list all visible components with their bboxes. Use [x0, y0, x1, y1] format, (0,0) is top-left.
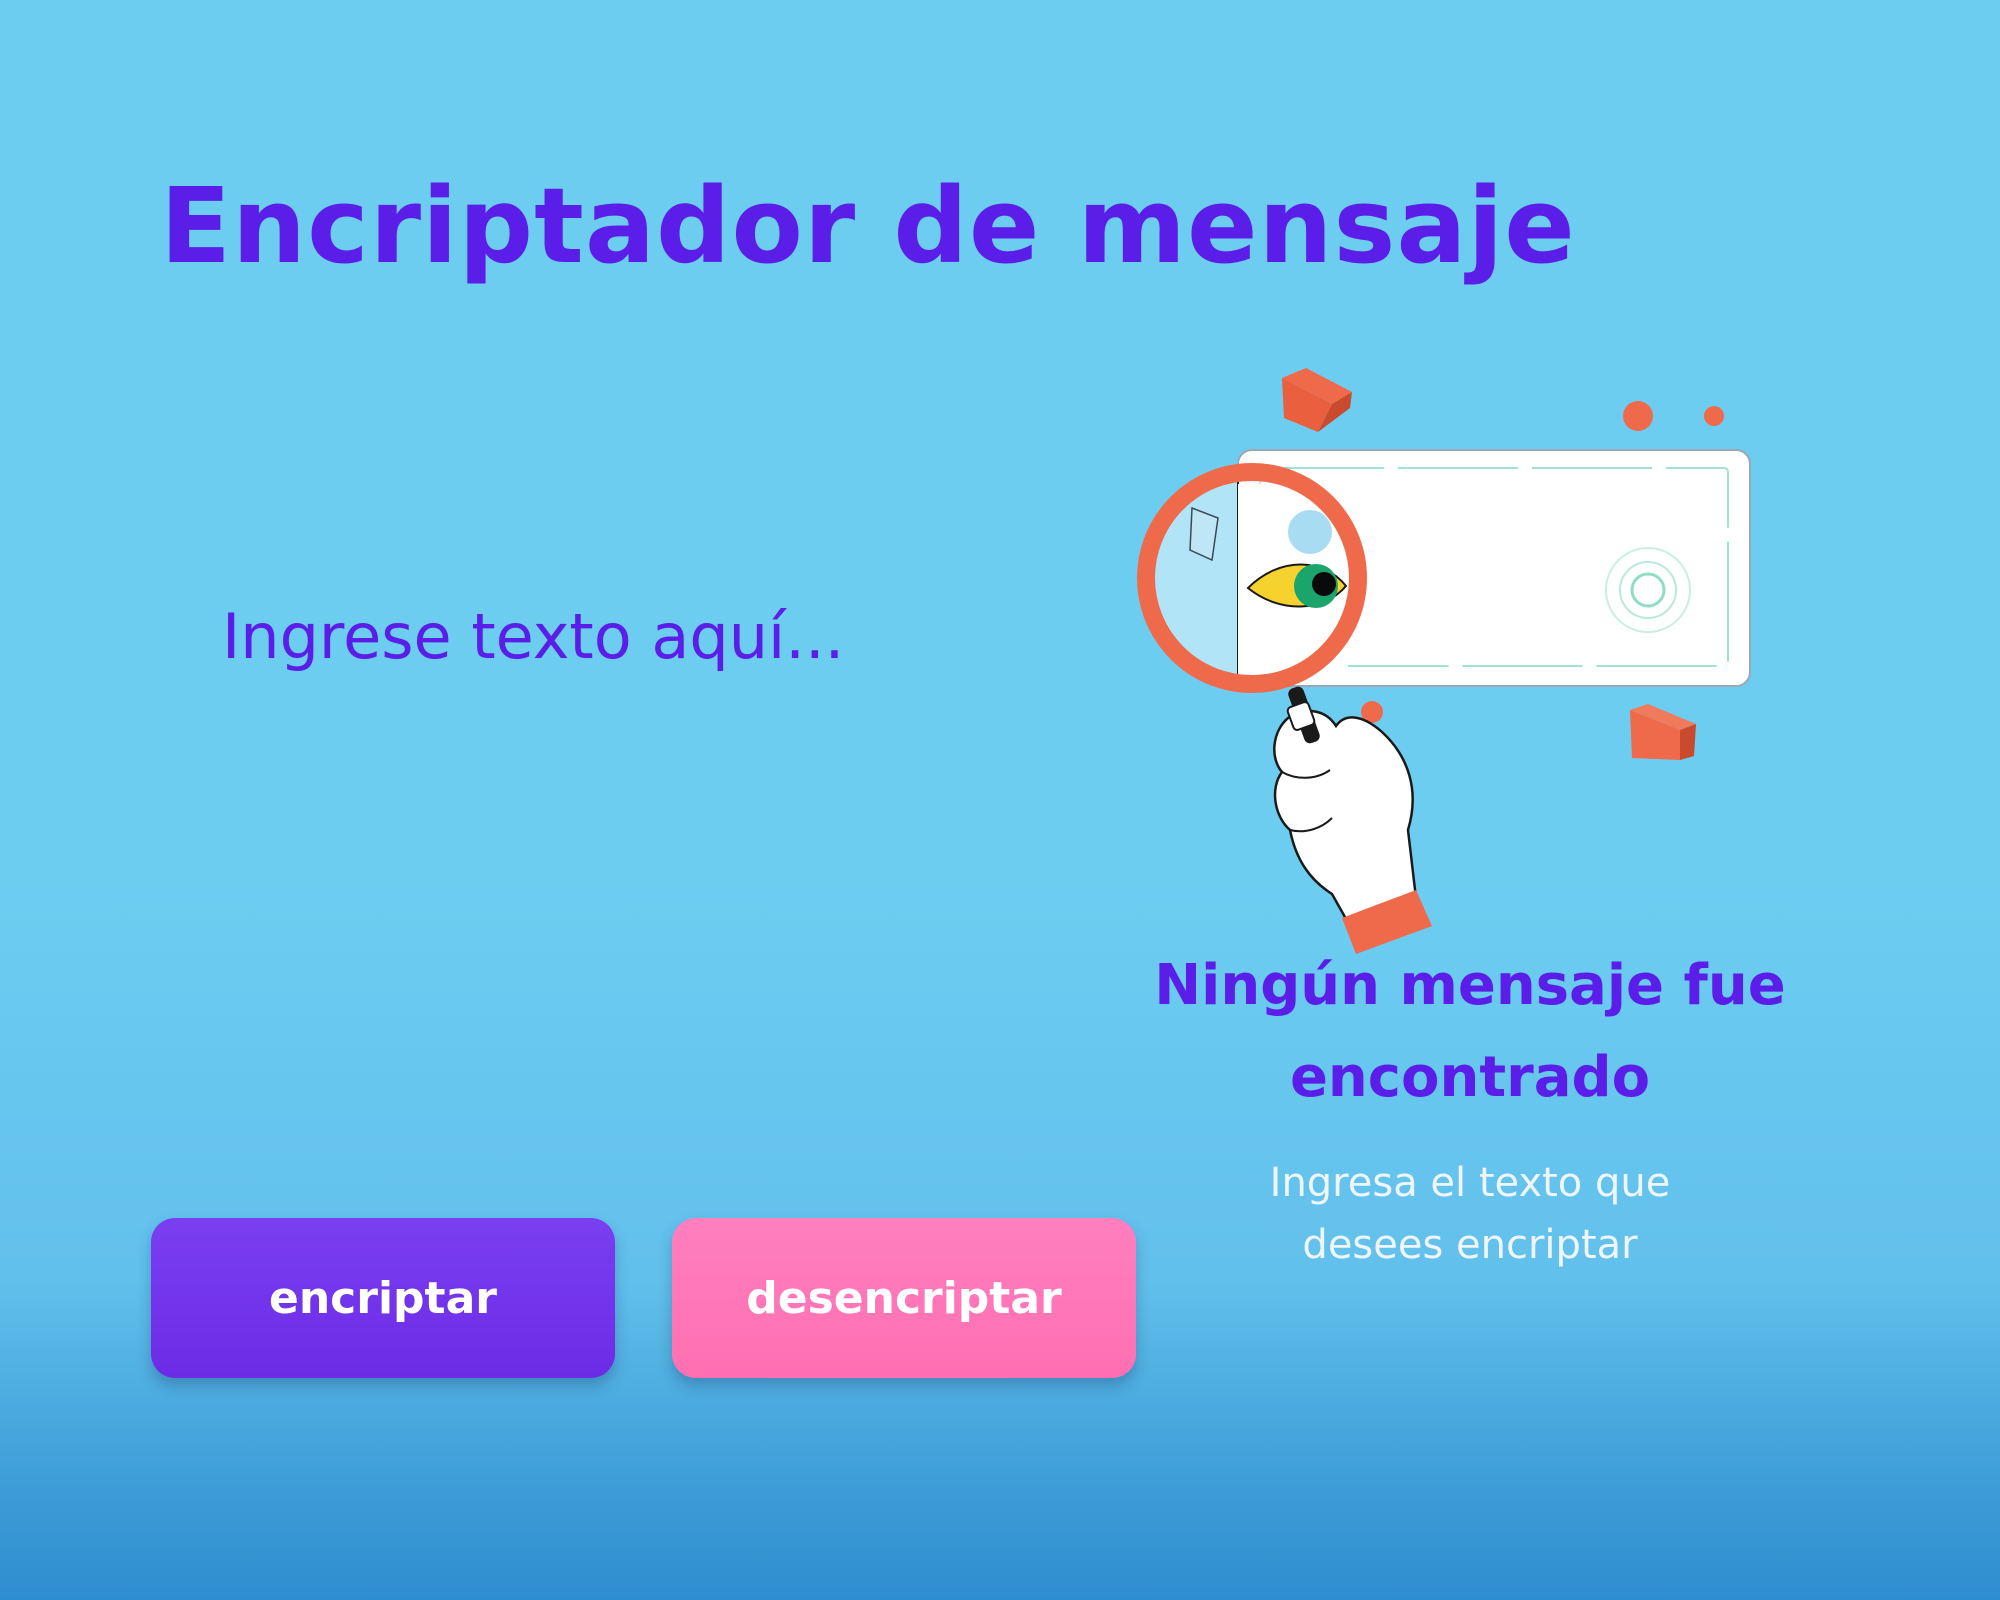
decrypt-button[interactable]: desencriptar: [672, 1218, 1136, 1378]
empty-state-title: Ningún mensaje fue encontrado: [1154, 953, 1786, 1110]
page-title: Encriptador de mensaje: [160, 165, 1576, 287]
cube-icon: [1282, 368, 1352, 432]
magnifier-icon: [1137, 463, 1367, 693]
search-illustration-icon: [1137, 368, 1751, 954]
hand-icon: [1273, 709, 1432, 954]
cube-small-icon: [1630, 704, 1696, 760]
message-input[interactable]: [210, 590, 1090, 1150]
empty-state-description: Ingresa el texto que desees encriptar: [1269, 1160, 1671, 1268]
encrypt-button[interactable]: encriptar: [151, 1218, 615, 1378]
